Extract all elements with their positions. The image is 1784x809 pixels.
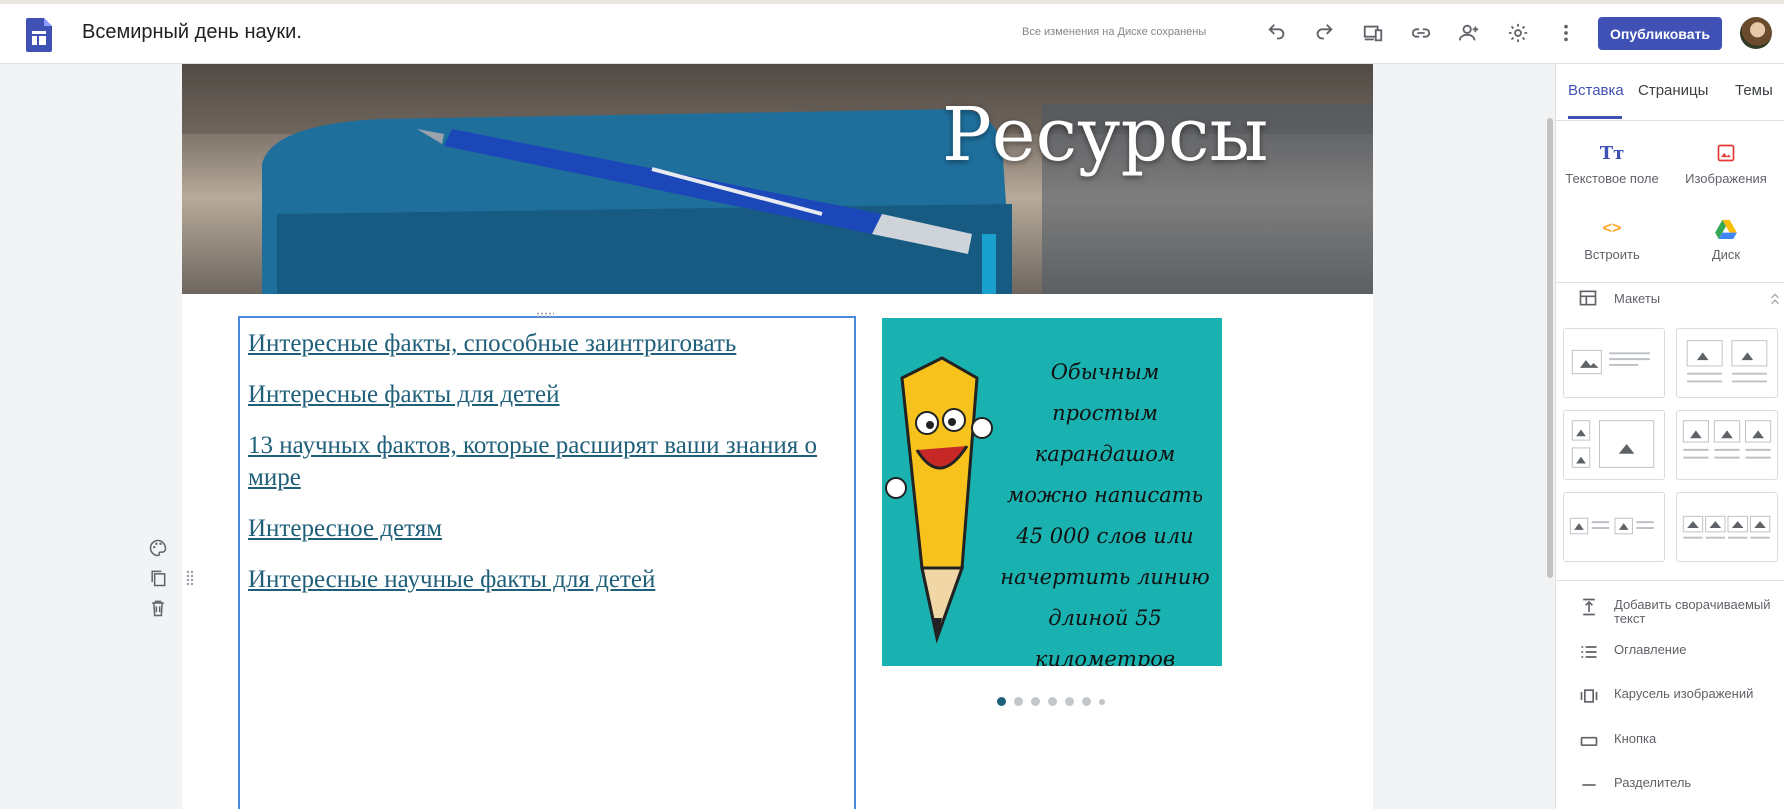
panel-item-label: Кнопка	[1614, 731, 1657, 746]
resource-link[interactable]: Интересное детям	[248, 513, 844, 545]
insert-text-box[interactable]: Tт Текстовое поле	[1556, 140, 1668, 187]
publish-button[interactable]: Опубликовать	[1598, 17, 1722, 50]
google-sites-logo-icon[interactable]	[26, 18, 52, 52]
page-canvas: Ресурсы Интересные факты, способные заин…	[182, 64, 1373, 809]
link-icon[interactable]	[1408, 20, 1434, 46]
hero-title[interactable]: Ресурсы	[942, 92, 1268, 178]
document-title[interactable]: Всемирный день науки.	[82, 21, 302, 44]
image-carousel-slide[interactable]: Обычным простым карандашом можно написат…	[882, 318, 1222, 666]
text-box-icon: Tт	[1599, 142, 1625, 164]
panel-item-label: Добавить сворачиваемый текст	[1614, 597, 1771, 626]
google-drive-icon	[1670, 216, 1782, 242]
section-drag-handle[interactable]	[186, 570, 194, 586]
links-text-box[interactable]: Интересные факты, способные заинтриговат…	[238, 312, 856, 809]
insert-item-label: Текстовое поле	[1565, 171, 1659, 186]
window-top-stripe	[0, 0, 1784, 4]
panel-divider	[1556, 282, 1784, 283]
collapse-chevron-icon[interactable]	[1768, 292, 1782, 306]
undo-icon[interactable]	[1264, 20, 1290, 46]
collapsible-text-icon	[1578, 596, 1600, 618]
panel-divider	[1556, 580, 1784, 581]
resource-link[interactable]: Интересные научные факты для детей	[248, 564, 844, 596]
avatar[interactable]	[1740, 17, 1772, 49]
carousel-dot[interactable]	[997, 697, 1006, 706]
image-carousel[interactable]: Карусель изображений	[1578, 685, 1778, 707]
insert-item-label: Изображения	[1685, 171, 1767, 186]
embed-icon: <>	[1602, 220, 1622, 237]
block-resize-handle[interactable]	[536, 312, 554, 318]
image-icon	[1670, 140, 1782, 166]
layouts-label: Макеты	[1614, 291, 1661, 306]
carousel-dot[interactable]	[1031, 697, 1040, 706]
carousel-dot[interactable]	[1014, 697, 1023, 706]
more-vert-icon[interactable]	[1553, 20, 1579, 46]
pencil-cartoon-illustration	[885, 356, 993, 644]
layout-tile[interactable]	[1676, 410, 1778, 480]
layout-tile[interactable]	[1676, 492, 1778, 562]
tab-themes[interactable]: Темы	[1735, 82, 1773, 99]
insert-images[interactable]: Изображения	[1670, 140, 1782, 186]
table-of-contents[interactable]: Оглавление	[1578, 641, 1778, 663]
palette-icon[interactable]	[148, 538, 168, 558]
resource-link[interactable]: Интересные факты для детей	[248, 379, 844, 411]
active-tab-indicator	[1568, 116, 1622, 119]
insert-panel: Вставка Страницы Темы Tт Текстовое поле …	[1555, 64, 1784, 809]
layouts-icon	[1579, 290, 1597, 306]
divider-element[interactable]: Разделитель	[1578, 774, 1778, 796]
panel-item-label: Оглавление	[1614, 642, 1687, 657]
save-status: Все изменения на Диске сохранены	[1022, 26, 1207, 38]
panel-tabs: Вставка Страницы Темы	[1556, 64, 1784, 121]
delete-icon[interactable]	[148, 598, 168, 618]
resource-link[interactable]: 13 научных фактов, которые расширят ваши…	[248, 430, 844, 494]
layouts-section-header[interactable]: Макеты	[1578, 288, 1779, 310]
insert-embed[interactable]: <> Встроить	[1556, 216, 1668, 262]
share-person-add-icon[interactable]	[1456, 20, 1482, 46]
settings-gear-icon[interactable]	[1505, 20, 1531, 46]
tab-insert[interactable]: Вставка	[1568, 82, 1624, 99]
layout-tile[interactable]	[1563, 328, 1665, 398]
image-carousel-icon	[1578, 685, 1600, 707]
button-icon	[1578, 730, 1600, 752]
carousel-pagination	[997, 697, 1105, 706]
divider-icon	[1578, 774, 1600, 796]
resource-link[interactable]: Интересные факты, способные заинтриговат…	[248, 328, 844, 360]
duplicate-icon[interactable]	[148, 568, 168, 588]
insert-item-label: Диск	[1711, 247, 1741, 262]
carousel-dot[interactable]	[1065, 697, 1074, 706]
panel-item-label: Разделитель	[1614, 775, 1692, 790]
hero-banner-image[interactable]: Ресурсы	[182, 64, 1373, 294]
add-collapsible-text[interactable]: Добавить сворачиваемый текст	[1578, 596, 1778, 628]
carousel-dot[interactable]	[1048, 697, 1057, 706]
insert-drive[interactable]: Диск	[1670, 216, 1782, 262]
table-of-contents-icon	[1578, 641, 1600, 663]
carousel-dot[interactable]	[1082, 697, 1091, 706]
panel-item-label: Карусель изображений	[1614, 686, 1754, 701]
preview-devices-icon[interactable]	[1360, 20, 1386, 46]
layout-tile[interactable]	[1676, 328, 1778, 398]
top-bar: Всемирный день науки. Все изменения на Д…	[0, 0, 1784, 64]
canvas-scrollbar[interactable]	[1547, 118, 1553, 578]
carousel-image-caption: Обычным простым карандашом можно написат…	[1000, 360, 1210, 666]
insert-item-label: Встроить	[1584, 247, 1640, 262]
redo-icon[interactable]	[1311, 20, 1337, 46]
layout-tile[interactable]	[1563, 410, 1665, 480]
carousel-dot[interactable]	[1099, 698, 1105, 705]
layout-tile[interactable]	[1563, 492, 1665, 562]
tab-pages[interactable]: Страницы	[1638, 82, 1708, 99]
button-element[interactable]: Кнопка	[1578, 730, 1778, 752]
